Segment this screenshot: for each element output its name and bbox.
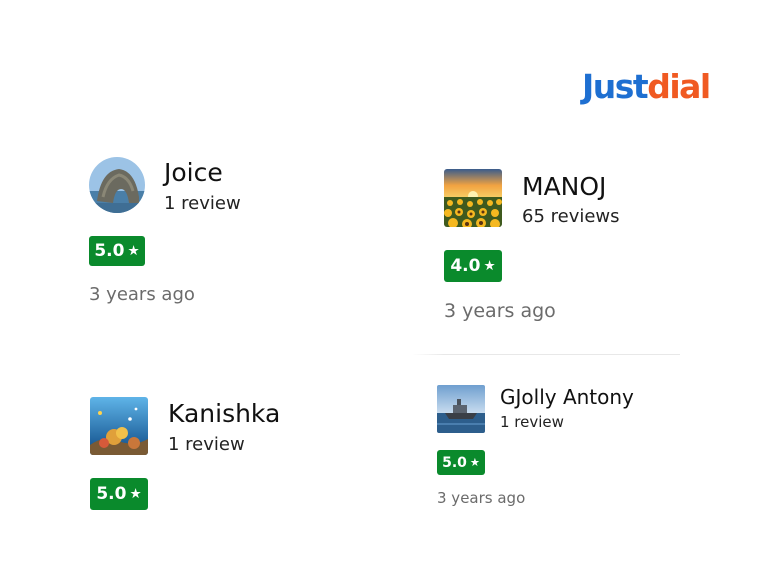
rating-badge: 5.0 ★ — [437, 450, 485, 475]
logo-text-dial: dial — [647, 67, 711, 106]
reviewer-avatar[interactable] — [437, 385, 485, 433]
rock-arch-landscape-icon — [89, 157, 145, 213]
reviewer-avatar[interactable] — [90, 397, 148, 455]
star-icon: ★ — [483, 258, 496, 274]
ship-at-sea-icon — [437, 385, 485, 433]
reviewer-avatar[interactable] — [89, 157, 145, 213]
logo-text-just: Just — [582, 67, 649, 106]
review-count: 65 reviews — [522, 206, 620, 227]
reviewer-name[interactable]: MANOJ — [522, 172, 606, 201]
rating-badge: 5.0 ★ — [90, 478, 148, 510]
coral-reef-underwater-icon — [90, 397, 148, 455]
star-icon: ★ — [129, 486, 142, 502]
star-icon: ★ — [127, 243, 140, 259]
review-time: 3 years ago — [437, 489, 526, 507]
star-icon: ★ — [469, 456, 480, 469]
divider — [412, 354, 680, 355]
sunflower-field-sunset-icon — [444, 169, 502, 227]
reviewer-name[interactable]: GJolly Antony — [500, 385, 634, 409]
rating-value: 4.0 — [450, 256, 481, 276]
reviewer-avatar[interactable] — [444, 169, 502, 227]
rating-badge: 5.0 ★ — [89, 236, 145, 266]
justdial-logo[interactable]: Justdial — [582, 67, 711, 106]
reviewer-name[interactable]: Kanishka — [168, 399, 280, 428]
review-time: 3 years ago — [444, 300, 556, 322]
rating-value: 5.0 — [442, 454, 467, 471]
review-count: 1 review — [164, 193, 241, 214]
review-time: 3 years ago — [89, 284, 195, 305]
rating-value: 5.0 — [96, 484, 127, 504]
rating-value: 5.0 — [94, 241, 125, 261]
rating-badge: 4.0 ★ — [444, 250, 502, 282]
review-count: 1 review — [500, 413, 564, 431]
reviewer-name[interactable]: Joice — [164, 158, 223, 187]
review-count: 1 review — [168, 434, 245, 455]
